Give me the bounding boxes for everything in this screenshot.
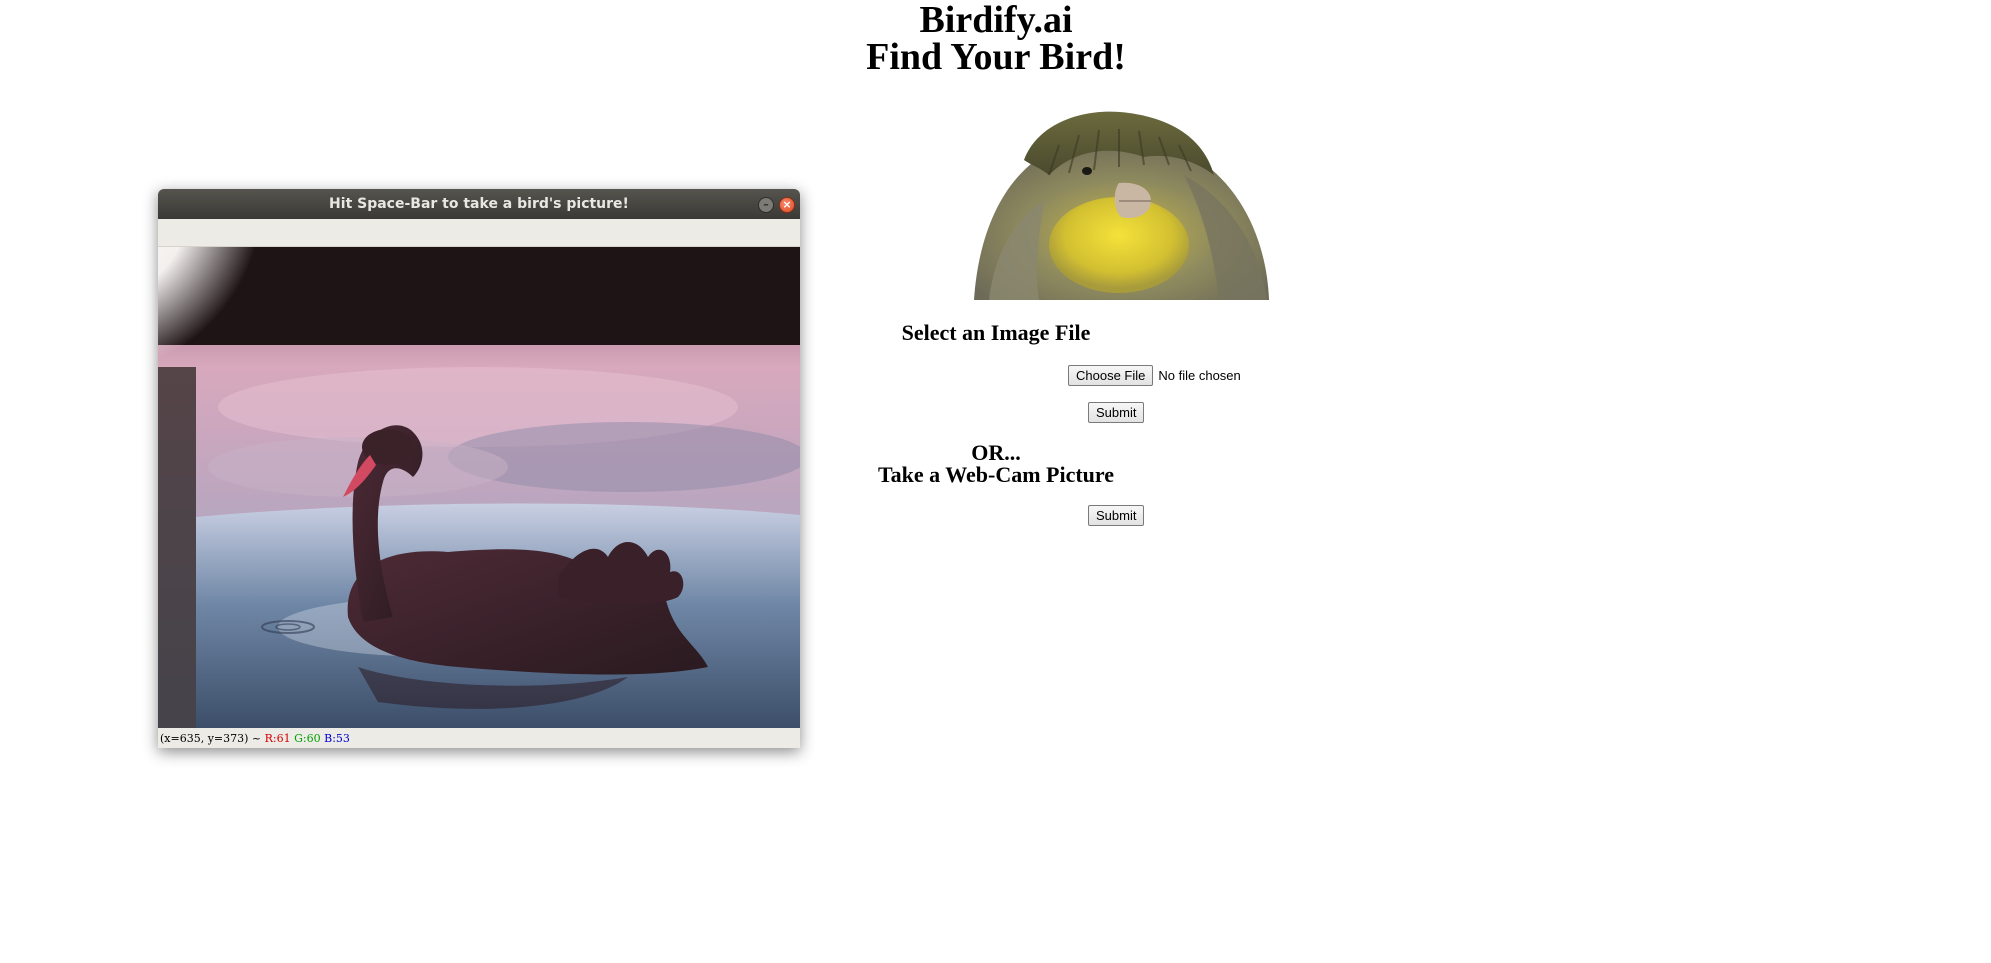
file-input[interactable]: Choose File No file chosen — [1068, 365, 1241, 386]
pixel-blue-value: B:53 — [324, 732, 350, 745]
close-icon[interactable]: × — [779, 197, 795, 213]
webcam-submit-button[interactable]: Submit — [1088, 505, 1145, 526]
pixel-green-value: G:60 — [294, 732, 321, 745]
camera-preview[interactable] — [158, 247, 800, 728]
camera-window-titlebar[interactable]: Hit Space-Bar to take a bird's picture! … — [158, 189, 800, 219]
site-subtitle: Find Your Bird! — [866, 36, 1126, 78]
canary-bird-image — [974, 111, 1269, 300]
cursor-coords: (x=635, y=373) ~ — [160, 732, 262, 745]
site-title: Birdify.ai — [919, 0, 1073, 41]
minimize-icon[interactable]: – — [758, 197, 774, 213]
camera-window-title: Hit Space-Bar to take a bird's picture! — [329, 196, 629, 212]
pixel-status: (x=635, y=373) ~ R:61 G:60 B:53 — [160, 728, 350, 748]
camera-window[interactable]: Hit Space-Bar to take a bird's picture! … — [158, 189, 800, 748]
file-status-text: No file chosen — [1158, 368, 1241, 383]
camera-window-toolbar — [158, 219, 800, 247]
pixel-red-value: R:61 — [264, 732, 291, 745]
upload-submit-button[interactable]: Submit — [1088, 402, 1145, 423]
choose-file-button[interactable]: Choose File — [1068, 365, 1154, 386]
